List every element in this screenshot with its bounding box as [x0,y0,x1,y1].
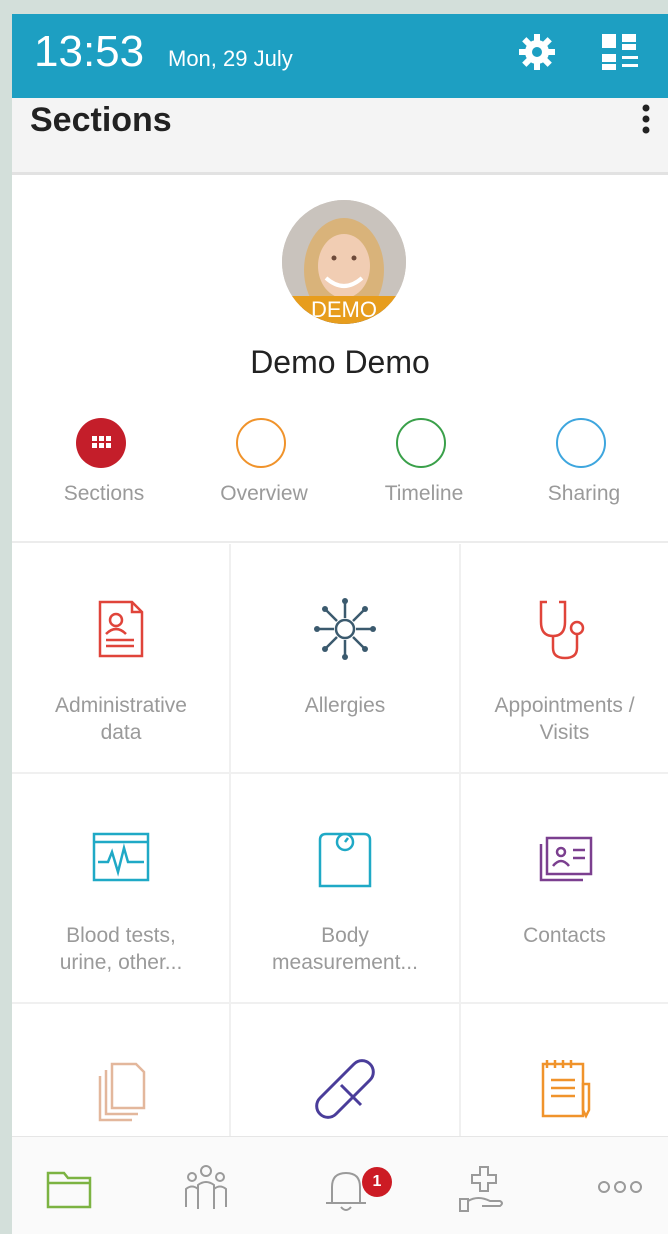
app-screen: 13:53 Mon, 29 July Sections DEMO Demo De… [12,14,668,1234]
timeline-tab-icon [396,418,446,468]
people-icon[interactable] [178,1159,234,1215]
more-options-icon[interactable] [634,102,658,138]
clock-date: Mon, 29 July [168,46,293,71]
allergen-icon [314,598,376,660]
tab-label: Sections [63,482,145,505]
section-label: Blood tests, urine, other... [59,924,183,974]
more-icon[interactable] [592,1159,648,1215]
section-medications[interactable] [231,1004,459,1144]
sections-grid: Administrative data Allergies Appointmen… [12,544,668,1144]
section-label: Contacts [523,924,606,947]
section-body-measurement[interactable]: Body measurement... [231,774,459,1002]
section-contacts[interactable]: Contacts [461,774,668,1002]
section-notes[interactable] [461,1004,668,1144]
bottom-navigation: 1 [12,1136,668,1234]
section-appointments-visits[interactable]: Appointments / Visits [461,544,668,772]
section-documents[interactable] [12,1004,230,1144]
avatar[interactable]: DEMO [282,200,406,324]
section-blood-tests[interactable]: Blood tests, urine, other... [12,774,230,1002]
clock-time: 13:53 [34,27,145,76]
section-administrative-data[interactable]: Administrative data [12,544,230,772]
notepad-icon [541,1060,591,1119]
tab-timeline[interactable]: Timeline [344,412,504,522]
app-bar: Sections [12,98,668,175]
stethoscope-icon [539,600,585,660]
profile-header: DEMO Demo Demo Sections Overview Timelin… [12,174,668,540]
page-title: Sections [30,101,172,139]
pill-icon [315,1059,375,1119]
section-allergies[interactable]: Allergies [231,544,459,772]
medical-hand-icon[interactable] [456,1159,512,1215]
sharing-tab-icon [556,418,606,468]
id-card-icon [98,600,144,658]
folder-icon[interactable] [42,1159,98,1215]
section-label: Body measurement... [272,924,418,974]
tab-sections[interactable]: Sections [24,412,184,522]
tab-overview[interactable]: Overview [184,412,344,522]
demo-badge: DEMO [282,296,406,324]
section-label: Administrative data [55,694,187,744]
gear-icon[interactable] [517,32,557,72]
sections-tab-icon [76,418,126,468]
user-name: Demo Demo [250,344,430,380]
contact-card-icon [539,836,593,882]
section-label: Allergies [304,694,386,717]
scale-icon [318,832,372,888]
notification-badge: 1 [362,1167,392,1197]
documents-icon [98,1062,146,1122]
divider [12,541,668,543]
tab-label: Sharing [547,482,621,505]
overview-tab-icon [236,418,286,468]
tab-sharing[interactable]: Sharing [504,412,664,522]
monitor-pulse-icon [92,832,150,882]
section-label: Appointments / Visits [494,694,635,744]
tab-label: Timeline [384,482,464,505]
profile-tabs: Sections Overview Timeline Sharing [12,412,668,522]
quick-settings-icon[interactable] [600,32,642,74]
status-bar: 13:53 Mon, 29 July [12,14,668,98]
tab-label: Overview [220,482,308,505]
